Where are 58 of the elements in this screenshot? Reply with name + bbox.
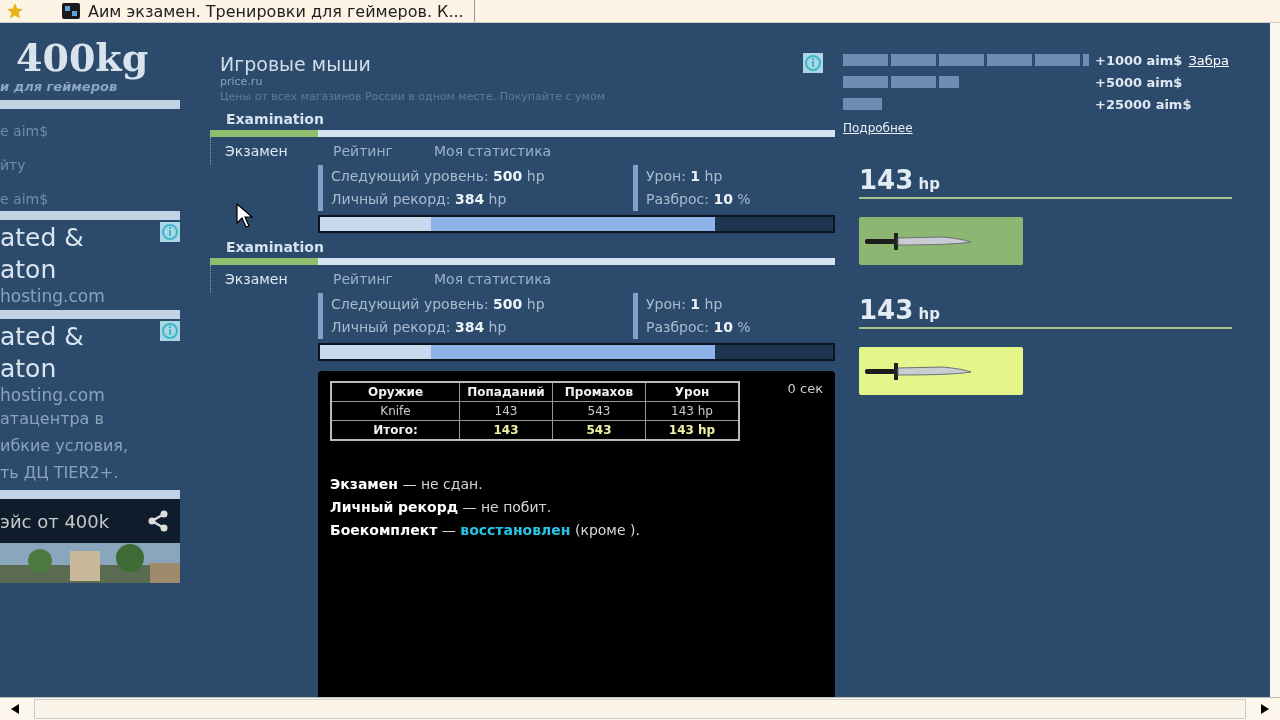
favicon-icon <box>62 3 80 19</box>
ad-headline[interactable]: ated & aton <box>0 222 84 286</box>
reward-amount: +1000 aim$ <box>1095 52 1183 68</box>
timer-text: 0 сек <box>787 381 823 396</box>
stat-line: Следующий уровень: 500 hp <box>331 295 546 314</box>
promo-title[interactable]: эйс от 400k <box>0 510 110 532</box>
damage-total: 143 hp <box>859 295 1232 329</box>
weapon-card[interactable] <box>859 347 1023 395</box>
claim-link[interactable]: Забра <box>1188 52 1229 68</box>
ad-domain[interactable]: hosting.com <box>0 385 180 405</box>
ad-text: атацентра в ибкие условия, ть ДЦ TIER2+. <box>0 408 130 484</box>
status-message: Личный рекорд — не побит. <box>330 498 553 517</box>
site-tagline: и для геймеров <box>0 79 118 94</box>
tab[interactable]: Экзамен <box>211 265 319 293</box>
more-link[interactable]: Подробнее <box>843 121 913 135</box>
stat-line: Урон: 1 hp <box>646 167 724 186</box>
knife-icon <box>863 360 973 382</box>
status-message: Боекомплект — восстановлен (кроме ). <box>330 521 641 540</box>
tab[interactable]: Рейтинг <box>319 265 420 293</box>
info-icon <box>160 321 180 341</box>
segment-bar-drawing <box>843 98 883 110</box>
reward-amount: +25000 aim$ <box>1095 96 1192 112</box>
table-cell: 143 <box>459 401 553 421</box>
star-icon <box>6 2 24 20</box>
weapon-card[interactable] <box>859 217 1023 265</box>
stat-line: Личный рекорд: 384 hp <box>331 190 508 209</box>
column-header: Попаданий <box>459 382 553 402</box>
reward-amount: +5000 aim$ <box>1095 74 1183 90</box>
ad-headline[interactable]: ated & aton <box>0 321 84 385</box>
table-cell: 543 <box>552 401 646 421</box>
info-icon <box>160 222 180 242</box>
tab[interactable]: Рейтинг <box>319 137 420 165</box>
tab[interactable]: Моя статистика <box>420 137 835 165</box>
damage-total: 143 hp <box>859 165 1232 199</box>
status-message: Экзамен — не сдан. <box>330 475 484 494</box>
column-header: Оружие <box>331 382 460 402</box>
stat-line: Урон: 1 hp <box>646 295 724 314</box>
site-logo[interactable]: 400kg <box>0 37 180 79</box>
stat-line: Личный рекорд: 384 hp <box>331 318 508 337</box>
ad-domain[interactable]: price.ru <box>220 75 371 88</box>
section-heading: Examination <box>225 239 325 255</box>
ad-domain[interactable]: hosting.com <box>0 286 180 306</box>
info-icon <box>803 53 823 73</box>
knife-icon <box>863 230 973 252</box>
stat-line: Следующий уровень: 500 hp <box>331 167 546 186</box>
table-cell: Knife <box>331 401 460 421</box>
tab[interactable]: Экзамен <box>211 137 319 165</box>
share-icon <box>146 509 170 533</box>
scroll-left-icon <box>11 704 19 714</box>
section-heading: Examination <box>225 111 325 127</box>
cursor-icon <box>236 203 254 229</box>
scrollbar-thumb[interactable] <box>34 699 1246 719</box>
stat-line: Разброс: 10 % <box>646 190 752 209</box>
ad-title[interactable]: Игровые мыши <box>220 53 371 75</box>
stat-line: Разброс: 10 % <box>646 318 752 337</box>
column-header: Промахов <box>552 382 646 402</box>
tab[interactable]: Моя статистика <box>420 265 835 293</box>
scroll-right-icon <box>1261 704 1269 714</box>
